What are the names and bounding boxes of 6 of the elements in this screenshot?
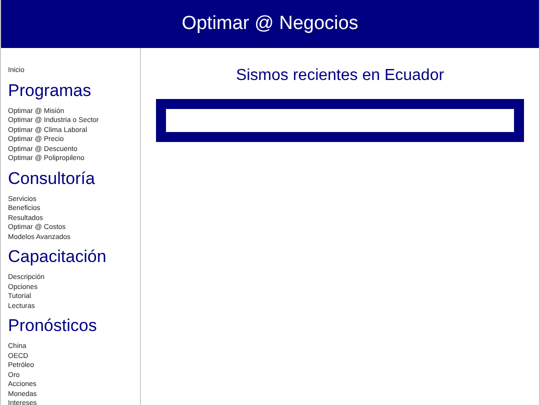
section-heading: Capacitación: [8, 247, 106, 268]
section-heading: Consultoría: [8, 168, 95, 189]
section-heading: Pronósticos: [8, 316, 97, 336]
page-heading: Sismos recientes en Ecuador: [236, 66, 444, 86]
section-heading: Programas: [8, 80, 92, 101]
site-title: Optimar @ Negocios: [182, 12, 358, 36]
